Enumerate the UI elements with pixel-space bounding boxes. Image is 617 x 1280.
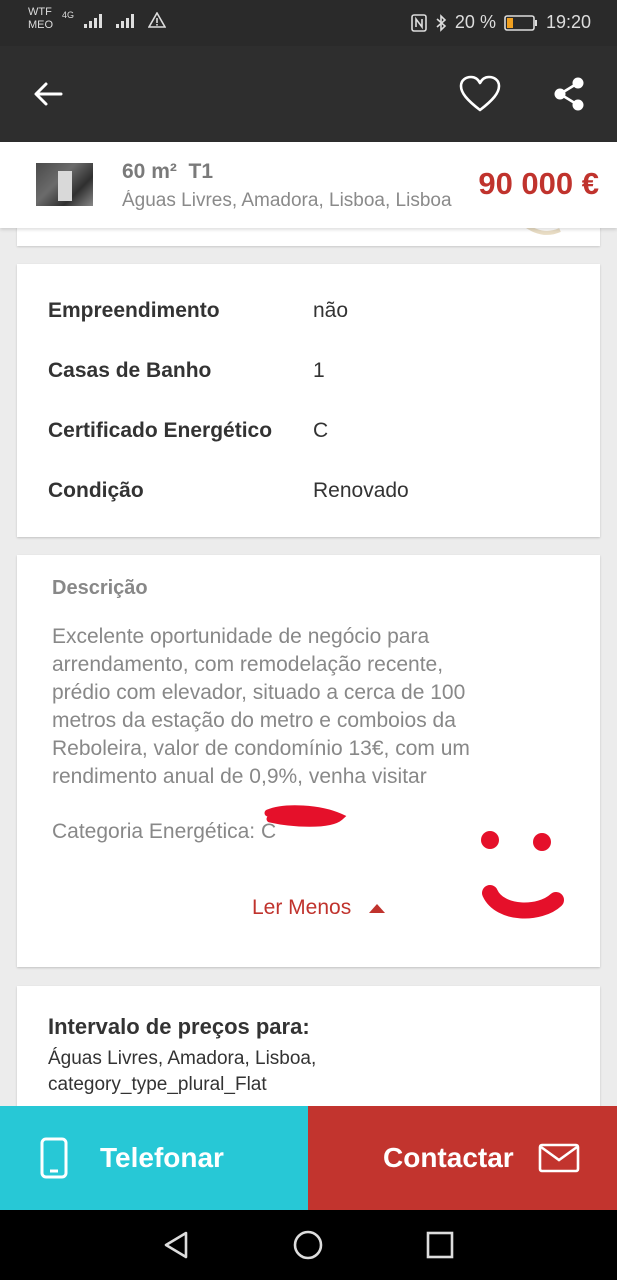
description-line: Reboleira, valor de condomínio 13€, com … <box>52 737 470 760</box>
carrier-info: WTF MEO <box>28 6 53 32</box>
status-bar: WTF MEO 4G 20 % 19:20 <box>0 0 617 46</box>
description-line: arrendamento, com remodelação recente, <box>52 653 444 676</box>
read-less-button[interactable]: Ler Menos <box>252 896 386 920</box>
favorite-button[interactable] <box>456 70 504 118</box>
contact-label: Contactar <box>383 1142 514 1173</box>
listing-area: 60 m² <box>122 160 177 183</box>
back-button[interactable] <box>24 70 72 118</box>
chevron-up-icon <box>369 903 386 913</box>
description-title: Descrição <box>52 577 148 599</box>
description-text: Excelente oportunidade de negócio para a… <box>52 623 552 791</box>
attribute-value: não <box>313 299 349 322</box>
attribute-label: Empreendimento <box>48 299 220 322</box>
share-button[interactable] <box>545 70 593 118</box>
thumbnail-detail <box>58 171 72 201</box>
contact-button[interactable]: Contactar <box>308 1106 617 1210</box>
signal-group: 4G <box>62 10 167 28</box>
description-card: Descrição Excelente oportunidade de negó… <box>17 555 600 967</box>
listing-thumbnail[interactable] <box>36 163 93 206</box>
nav-back-icon[interactable] <box>162 1230 192 1260</box>
attribute-value: 1 <box>313 359 325 382</box>
network-type: 4G <box>62 10 75 20</box>
price-range-line: Águas Livres, Amadora, Lisboa, <box>48 1048 317 1069</box>
attribute-value: Renovado <box>313 479 409 502</box>
system-nav-bar <box>0 1210 617 1280</box>
description-line: metros da estação do metro e comboios da <box>52 709 456 732</box>
alert-icon <box>148 12 167 28</box>
attribute-label: Condição <box>48 479 144 502</box>
listing-location: Águas Livres, Amadora, Lisboa, Lisboa <box>122 190 452 211</box>
description-line: Excelente oportunidade de negócio para <box>52 625 430 648</box>
read-less-label: Ler Menos <box>252 896 352 919</box>
listing-summary[interactable]: 60 m² T1 Águas Livres, Amadora, Lisboa, … <box>0 142 617 228</box>
nav-recents-icon[interactable] <box>425 1230 455 1260</box>
energy-category: Categoria Energética: C <box>52 820 277 843</box>
attributes-card: Empreendimento não Casas de Banho 1 Cert… <box>17 264 600 537</box>
attribute-row: Casas de Banho 1 <box>48 359 568 389</box>
description-line: prédio com elevador, situado a cerca de … <box>52 681 466 704</box>
description-line: rendimento anual de 0,9%, venha visitar <box>52 765 427 788</box>
price-range-card: Intervalo de preços para: Águas Livres, … <box>17 986 600 1126</box>
heart-icon <box>459 75 501 112</box>
price-range-title: Intervalo de preços para: <box>48 1014 310 1039</box>
call-button[interactable]: Telefonar <box>0 1106 308 1210</box>
carrier-line2: MEO <box>28 19 54 31</box>
attribute-row: Empreendimento não <box>48 299 568 329</box>
battery-icon <box>504 14 537 31</box>
status-right: 20 % 19:20 <box>411 12 591 33</box>
signal-icon <box>116 14 135 28</box>
attribute-row: Condição Renovado <box>48 479 568 509</box>
app-bar <box>0 46 617 142</box>
attribute-label: Certificado Energético <box>48 419 273 442</box>
nav-home-icon[interactable] <box>292 1229 324 1261</box>
signal-icon <box>84 14 103 28</box>
nfc-icon <box>411 13 427 32</box>
share-icon <box>554 77 584 111</box>
attribute-value: C <box>313 419 329 442</box>
price-range-location: Águas Livres, Amadora, Lisboa, category_… <box>48 1046 528 1098</box>
phone-icon <box>40 1137 68 1179</box>
listing-typology: T1 <box>188 160 214 183</box>
attribute-row: Certificado Energético C <box>48 419 568 449</box>
clock: 19:20 <box>545 12 591 32</box>
battery-percent: 20 % <box>454 12 496 32</box>
price-range-line: category_type_plural_Flat <box>48 1074 267 1095</box>
mail-icon <box>538 1143 580 1173</box>
back-arrow-icon <box>34 82 63 106</box>
carrier-line1: WTF <box>28 6 52 18</box>
attribute-label: Casas de Banho <box>48 359 212 382</box>
call-label: Telefonar <box>100 1142 224 1173</box>
bluetooth-icon <box>436 13 447 32</box>
listing-price: 90 000 € <box>478 166 599 201</box>
listing-headline: 60 m² T1 <box>122 160 213 184</box>
